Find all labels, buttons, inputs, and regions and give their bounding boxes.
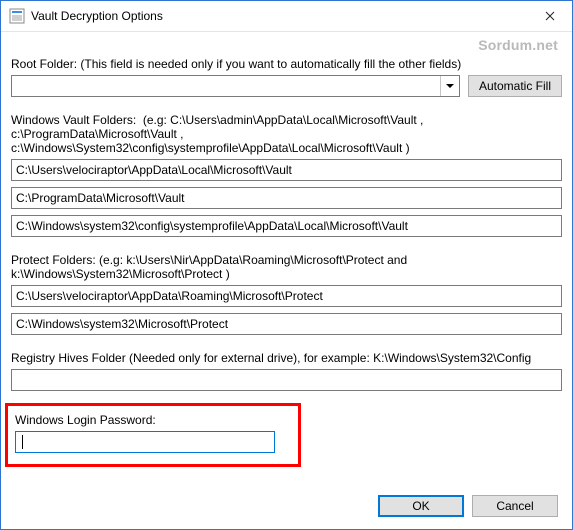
protect-folders-label: Protect Folders: (e.g: k:\Users\Nir\AppD… — [11, 253, 562, 281]
root-folder-label: Root Folder: (This field is needed only … — [11, 57, 562, 71]
automatic-fill-button[interactable]: Automatic Fill — [468, 75, 562, 97]
titlebar: Vault Decryption Options — [1, 1, 572, 32]
close-button[interactable] — [527, 1, 572, 31]
root-folder-dropdown-button[interactable] — [440, 76, 459, 96]
login-password-label: Windows Login Password: — [15, 413, 305, 427]
vault-folders-label: Windows Vault Folders: (e.g: C:\Users\ad… — [11, 113, 562, 155]
window-title: Vault Decryption Options — [31, 9, 527, 23]
protect-folder-input-1[interactable] — [11, 285, 562, 307]
registry-hives-label: Registry Hives Folder (Needed only for e… — [11, 351, 562, 365]
ok-button[interactable]: OK — [378, 495, 464, 517]
registry-hives-input[interactable] — [11, 369, 562, 391]
text-caret — [22, 435, 23, 449]
app-icon — [9, 8, 25, 24]
vault-folder-input-1[interactable] — [11, 159, 562, 181]
dialog-window: Vault Decryption Options Sordum.net Root… — [0, 0, 573, 530]
protect-folder-input-2[interactable] — [11, 313, 562, 335]
vault-folder-input-3[interactable] — [11, 215, 562, 237]
dialog-footer: OK Cancel — [1, 483, 572, 529]
root-folder-combo[interactable] — [11, 75, 460, 97]
login-password-input[interactable] — [15, 431, 275, 453]
cancel-button[interactable]: Cancel — [472, 495, 558, 517]
vault-folder-input-2[interactable] — [11, 187, 562, 209]
watermark: Sordum.net — [478, 37, 558, 53]
dialog-content: Sordum.net Root Folder: (This field is n… — [11, 39, 562, 479]
chevron-down-icon — [446, 84, 454, 88]
